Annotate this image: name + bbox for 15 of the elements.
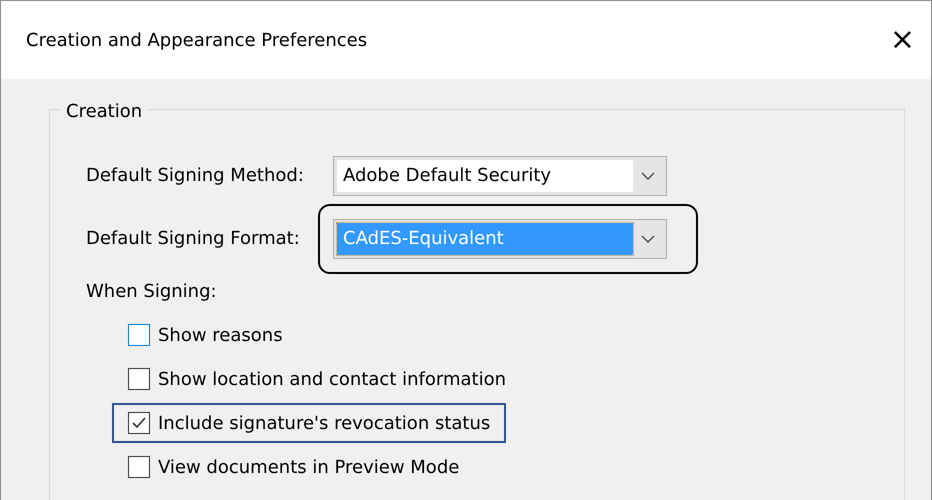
- checkbox-label[interactable]: Show reasons: [158, 322, 283, 348]
- checkbox[interactable]: [128, 456, 150, 478]
- checkbox[interactable]: [128, 324, 150, 346]
- window-title: Creation and Appearance Preferences: [26, 28, 368, 52]
- field-label: Default Signing Method:: [86, 164, 305, 188]
- checkbox-label[interactable]: View documents in Preview Mode: [158, 454, 460, 480]
- checkbox[interactable]: [128, 368, 150, 390]
- dropdown-field[interactable]: Adobe Default Security: [333, 156, 667, 196]
- section-label: When Signing:: [86, 280, 218, 304]
- checkmark-icon: [131, 416, 147, 430]
- field-label: Default Signing Format:: [86, 227, 301, 251]
- checkbox[interactable]: [128, 412, 150, 434]
- checkbox-label[interactable]: Include signature's revocation status: [158, 410, 490, 436]
- close-button[interactable]: ×: [884, 25, 921, 55]
- checkbox-label[interactable]: Show location and contact information: [158, 366, 506, 392]
